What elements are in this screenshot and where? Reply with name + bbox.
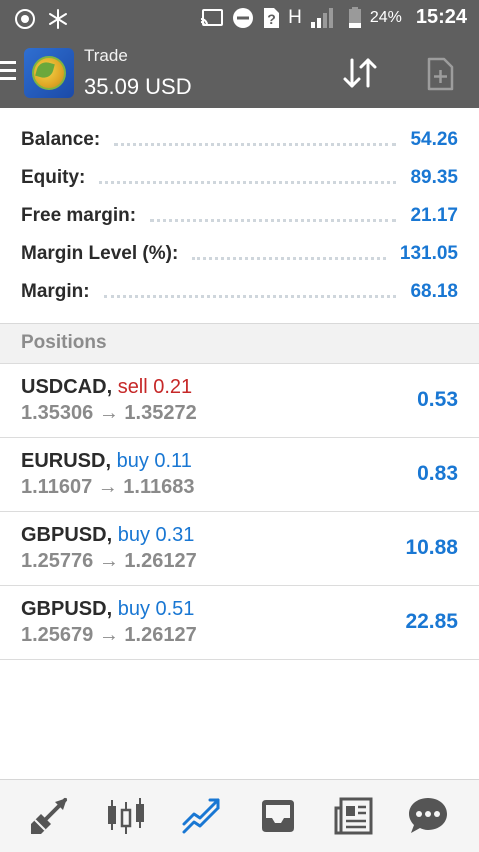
app-header: Trade 35.09 USD — [0, 38, 479, 108]
account-summary: Balance: 54.26 Equity: 89.35 Free margin… — [0, 108, 479, 324]
page-title: Trade — [84, 46, 128, 65]
summary-row-equity: Equity: 89.35 — [21, 162, 458, 194]
position-symbol: EURUSD — [21, 450, 106, 472]
position-title: EURUSD, buy 0.11 — [21, 450, 192, 473]
position-profit: 0.83 — [417, 462, 458, 485]
dnd-icon — [233, 7, 254, 28]
battery-icon — [348, 6, 361, 28]
position-separator: , — [105, 450, 112, 472]
position-prices: 1.11607 → 1.11683 — [21, 476, 195, 498]
position-prices: 1.25679 → 1.26127 — [21, 624, 197, 646]
position-symbol: GBPUSD — [21, 598, 107, 620]
position-row[interactable]: GBPUSD, buy 0.51 1.25679 → 1.26127 22.85 — [0, 586, 479, 660]
app-logo[interactable] — [24, 48, 74, 98]
position-symbol: GBPUSD — [21, 524, 107, 546]
positions-header-label: Positions — [21, 332, 107, 353]
sort-arrows-icon[interactable] — [340, 56, 380, 92]
position-row[interactable]: EURUSD, buy 0.11 1.11607 → 1.11683 0.83 — [0, 438, 479, 512]
position-title: GBPUSD, buy 0.31 — [21, 524, 194, 547]
cast-icon — [200, 8, 224, 26]
dotted-leader — [103, 294, 397, 298]
positions-section-header: Positions — [0, 324, 479, 364]
sim-question-icon: ? — [264, 7, 280, 28]
bottom-navigation — [0, 779, 479, 852]
history-icon[interactable] — [256, 794, 300, 838]
status-bar: ? H 24% 15:24 — [0, 0, 479, 38]
position-side: sell 0.21 — [117, 376, 193, 398]
new-order-icon[interactable] — [422, 56, 458, 92]
summary-value: 21.17 — [410, 205, 458, 226]
header-balance: 35.09 USD — [84, 74, 192, 99]
summary-label: Free margin: — [21, 205, 137, 226]
battery-percent: 24% — [369, 8, 402, 26]
position-prices: 1.35306 → 1.35272 — [21, 402, 197, 424]
position-profit: 10.88 — [405, 536, 458, 559]
signal-icon — [310, 7, 333, 28]
news-icon[interactable] — [332, 794, 376, 838]
menu-icon[interactable] — [0, 61, 16, 83]
position-side: buy 0.51 — [117, 598, 195, 620]
summary-row-margin: Margin: 68.18 — [21, 276, 458, 308]
position-symbol: USDCAD — [21, 376, 107, 398]
clock: 15:24 — [415, 6, 467, 28]
position-side: buy 0.31 — [117, 524, 195, 546]
summary-row-margin-level: Margin Level (%): 131.05 — [21, 238, 458, 270]
summary-value: 131.05 — [399, 243, 458, 264]
svg-text:?: ? — [267, 11, 276, 27]
dotted-leader — [99, 180, 397, 184]
position-side: buy 0.11 — [116, 450, 192, 472]
position-prices: 1.25776 → 1.26127 — [21, 550, 197, 572]
dotted-leader — [150, 218, 397, 222]
position-title: USDCAD, sell 0.21 — [21, 376, 192, 399]
position-title: GBPUSD, buy 0.51 — [21, 598, 194, 621]
summary-value: 68.18 — [410, 281, 458, 302]
snowflake-icon — [49, 9, 67, 29]
dotted-leader — [192, 256, 386, 260]
position-row[interactable]: GBPUSD, buy 0.31 1.25776 → 1.26127 10.88 — [0, 512, 479, 586]
summary-row-balance: Balance: 54.26 — [21, 124, 458, 156]
position-separator: , — [106, 376, 113, 398]
summary-label: Margin Level (%): — [21, 243, 179, 264]
position-profit: 22.85 — [405, 610, 458, 633]
quotes-icon[interactable] — [27, 794, 71, 838]
network-type: H — [288, 6, 302, 28]
trade-icon[interactable] — [180, 794, 224, 838]
summary-label: Balance: — [21, 129, 101, 150]
position-separator: , — [106, 598, 113, 620]
position-profit: 0.53 — [417, 388, 458, 411]
summary-label: Margin: — [21, 281, 90, 302]
target-icon — [15, 9, 35, 29]
chat-icon[interactable] — [406, 794, 450, 838]
dotted-leader — [114, 142, 397, 146]
summary-value: 89.35 — [410, 167, 458, 188]
summary-label: Equity: — [21, 167, 86, 188]
position-row[interactable]: USDCAD, sell 0.21 1.35306 → 1.35272 0.53 — [0, 364, 479, 438]
position-separator: , — [106, 524, 113, 546]
summary-row-free-margin: Free margin: 21.17 — [21, 200, 458, 232]
chart-icon[interactable] — [104, 794, 148, 838]
summary-value: 54.26 — [410, 129, 458, 150]
